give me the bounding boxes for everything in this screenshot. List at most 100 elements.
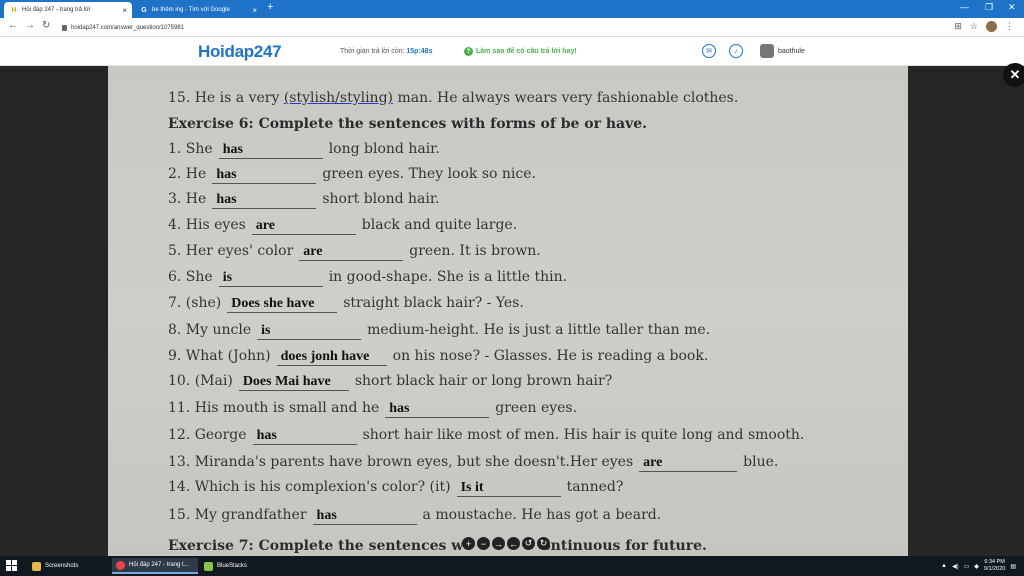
item-prompt: 10. (Mai) xyxy=(168,373,233,389)
item-continuation: green. It is brown. xyxy=(409,243,541,259)
clock-time: 6:34 PM xyxy=(984,559,1005,565)
answer-choice: (stylish/styling) xyxy=(283,90,393,106)
answer-blank: are xyxy=(251,218,356,235)
minimize-icon[interactable]: — xyxy=(960,2,969,12)
exercise-item: 13. Miranda's parents have brown eyes, b… xyxy=(168,454,778,472)
username: baothule xyxy=(778,47,805,55)
volume-icon[interactable]: ◀) xyxy=(952,563,959,570)
item-prompt: 8. My uncle xyxy=(168,322,252,338)
answer-blank: has xyxy=(312,508,417,525)
item-continuation: tanned? xyxy=(566,479,624,495)
exercise-item: 10. (Mai) Does Mai have short black hair o… xyxy=(168,373,612,391)
answer-blank: does jonh have xyxy=(276,349,387,366)
forward-icon[interactable]: → xyxy=(25,20,35,31)
worksheet-line-15a: 15. He is a very (stylish/styling) man. … xyxy=(168,90,738,106)
zoom-in-icon[interactable]: + xyxy=(462,537,475,550)
translate-icon[interactable]: ⊞ xyxy=(954,21,962,32)
answer-blank: are xyxy=(639,455,738,472)
answer-blank: is xyxy=(257,323,362,340)
item-continuation: green eyes. xyxy=(495,400,578,416)
user-avatar xyxy=(760,44,774,58)
item-prompt: 14. Which is his complexion's color? (it… xyxy=(168,479,451,495)
howto-text: Làm sao để có câu trả lời hay! xyxy=(476,48,577,55)
close-tab-icon[interactable]: × xyxy=(252,6,257,15)
item-prompt: 5. Her eyes' color xyxy=(168,243,294,259)
taskbar: Screenshots Hỏi đáp 247 - trang t... Blu… xyxy=(0,556,1024,576)
tab-google[interactable]: G be thêm ing - Tìm với Google × xyxy=(134,2,262,18)
clock-date: 9/1/2020 xyxy=(983,566,1006,572)
back-icon[interactable]: ← xyxy=(8,20,18,31)
rotate-left-icon[interactable]: ↺ xyxy=(522,537,535,550)
prev-icon[interactable]: ← xyxy=(507,537,520,550)
answer-blank: Does Mai have xyxy=(238,374,349,391)
zoom-controls: + − → ← ↺ ↻ xyxy=(462,537,550,550)
item-prompt: 11. His mouth is small and he xyxy=(168,400,380,416)
site-header: Hoidap247 Thời gian trả lời còn: 15p:48s… xyxy=(0,37,1024,66)
new-tab-button[interactable]: + xyxy=(267,1,273,13)
item-prompt: 3. He xyxy=(168,191,207,207)
battery-icon[interactable]: ▭ xyxy=(964,563,970,570)
item-continuation: a moustache. He has got a beard. xyxy=(422,507,662,523)
timer-label: Thời gian trả lời còn: xyxy=(340,48,405,55)
line-text: 15. He is a very xyxy=(168,90,284,106)
restore-icon[interactable]: ❐ xyxy=(985,2,993,13)
address-bar: ← → ↻ hoidap247.com/answer_question/1075… xyxy=(0,18,1024,37)
site-logo[interactable]: Hoidap247 xyxy=(198,42,282,62)
taskbar-item-bluestacks[interactable]: BlueStacks xyxy=(200,558,270,574)
answer-blank: Does she have xyxy=(227,296,338,313)
exercise-7-title: Exercise 7: Complete the sentences w onti… xyxy=(168,538,707,554)
reload-icon[interactable]: ↻ xyxy=(42,20,50,31)
close-viewer-icon[interactable]: ✕ xyxy=(1003,63,1024,87)
answer-blank: has xyxy=(252,428,357,445)
wifi-icon[interactable]: ◆ xyxy=(974,563,979,570)
howto-link[interactable]: ? Làm sao để có câu trả lời hay! xyxy=(464,47,577,56)
item-continuation: short hair like most of men. His hair is… xyxy=(362,427,805,443)
taskbar-item-screenshots[interactable]: Screenshots xyxy=(28,558,106,574)
item-continuation: long blond hair. xyxy=(328,141,440,157)
profile-avatar[interactable] xyxy=(986,21,997,32)
menu-icon[interactable]: ⋮ xyxy=(1005,21,1014,32)
close-tab-icon[interactable]: × xyxy=(122,6,127,15)
worksheet-photo: 15. He is a very (stylish/styling) man. … xyxy=(108,66,908,556)
tab-hoidap[interactable]: H Hỏi đáp 247 - trang trả lời × xyxy=(4,2,132,18)
answer-blank: has xyxy=(218,142,323,159)
answer-blank: is xyxy=(218,270,323,287)
item-continuation: blue. xyxy=(743,454,779,470)
folder-icon xyxy=(32,561,41,571)
lock-icon xyxy=(62,24,67,31)
user-menu[interactable]: baothule xyxy=(760,44,805,58)
exercise-item: 7. (she) Does she have straight black hair… xyxy=(168,295,524,313)
notifications-icon[interactable]: ▤ xyxy=(1010,563,1016,570)
item-continuation: in good-shape. She is a little thin. xyxy=(328,269,568,285)
rotate-right-icon[interactable]: ↻ xyxy=(537,537,550,550)
bluestacks-icon xyxy=(204,561,213,571)
question-icon: ? xyxy=(464,47,473,56)
item-prompt: 13. Miranda's parents have brown eyes, b… xyxy=(168,454,634,470)
google-favicon-icon: G xyxy=(141,6,147,14)
chrome-icon xyxy=(116,560,125,570)
zoom-out-icon[interactable]: − xyxy=(477,537,490,550)
exercise-item: 3. He has short blond hair. xyxy=(168,191,439,209)
item-continuation: short blond hair. xyxy=(322,191,440,207)
chat-icon[interactable]: ✉ xyxy=(702,44,716,58)
item-continuation: on his nose? - Glasses. He is reading a … xyxy=(392,348,709,364)
bell-icon[interactable]: ♪ xyxy=(729,44,743,58)
taskbar-item-chrome[interactable]: Hỏi đáp 247 - trang t... xyxy=(112,558,198,574)
answer-timer: Thời gian trả lời còn: 15p:48s xyxy=(340,48,432,55)
next-icon[interactable]: → xyxy=(492,537,505,550)
network-icon[interactable]: ▲ xyxy=(941,563,947,569)
answer-blank: has xyxy=(385,401,490,418)
url-field[interactable]: hoidap247.com/answer_question/1075981 xyxy=(62,21,942,34)
task-label: Hỏi đáp 247 - trang t... xyxy=(129,562,189,568)
exercise-item: 5. Her eyes' color are green. It is brown. xyxy=(168,243,541,261)
window-close-icon[interactable]: ✕ xyxy=(1008,2,1016,13)
exercise-item: 1. She has long blond hair. xyxy=(168,141,440,159)
title-text: ontinuous for future. xyxy=(541,538,707,554)
item-prompt: 7. (she) xyxy=(168,295,222,311)
item-prompt: 4. His eyes xyxy=(168,217,246,233)
item-prompt: 6. She xyxy=(168,269,213,285)
star-icon[interactable]: ☆ xyxy=(970,21,978,32)
windows-start-icon[interactable] xyxy=(6,560,17,571)
exercise-item: 8. My uncle is medium-height. He is just a… xyxy=(168,322,710,340)
clock[interactable]: 6:34 PM 9/1/2020 xyxy=(984,559,1005,573)
